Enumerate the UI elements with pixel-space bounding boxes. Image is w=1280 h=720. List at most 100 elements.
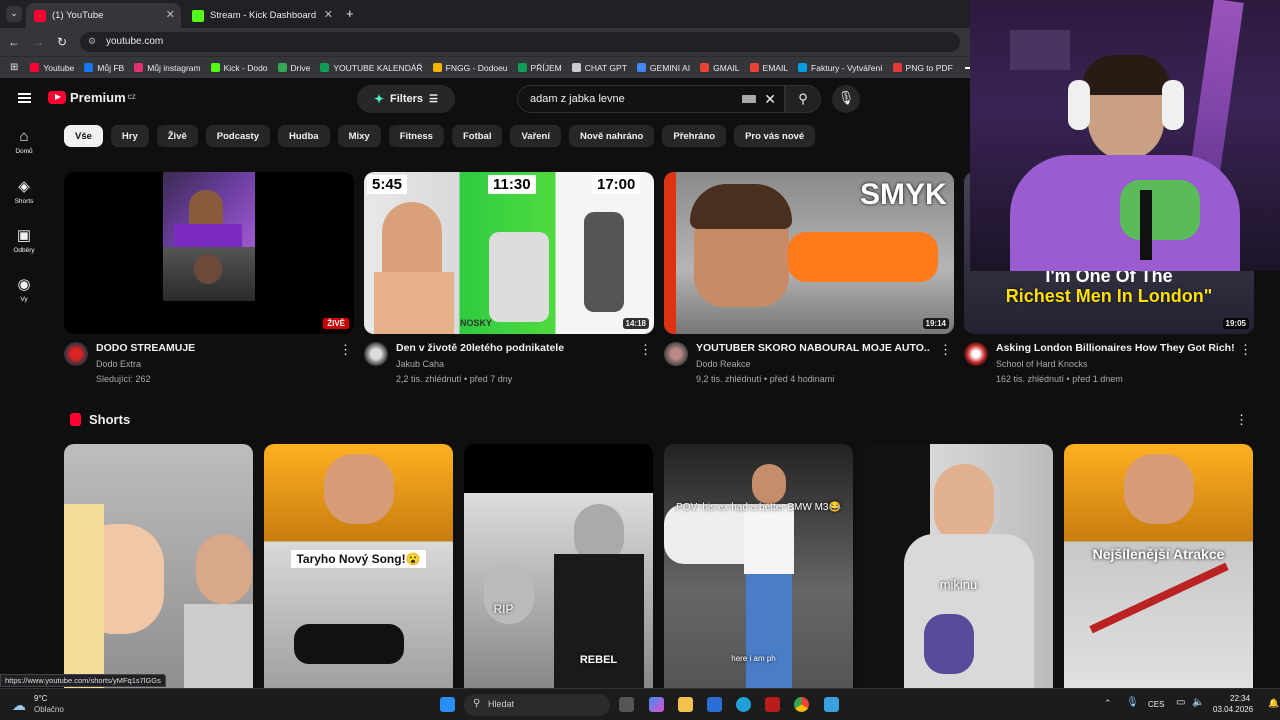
notepad-icon[interactable]: [824, 697, 839, 712]
tab-youtube[interactable]: (1) YouTube ✕: [26, 3, 181, 28]
file-explorer-icon[interactable]: [678, 697, 693, 712]
filter-chip[interactable]: Mixy: [337, 125, 381, 147]
new-tab-button[interactable]: +: [346, 6, 354, 21]
more-options-icon[interactable]: ⋮: [339, 342, 352, 358]
app-icon[interactable]: [765, 697, 780, 712]
video-thumbnail[interactable]: 5:45 11:30 17:00 NOSKY 14:18: [364, 172, 654, 334]
filters-button[interactable]: ✦ Filters ☰: [357, 85, 455, 113]
video-thumbnail[interactable]: SMYK 19:14: [664, 172, 954, 334]
task-view-icon[interactable]: [619, 697, 634, 712]
bookmark-item[interactable]: Faktury - Vytváření: [798, 63, 883, 73]
channel-avatar[interactable]: [64, 342, 88, 366]
filter-chip[interactable]: Fotbal: [451, 125, 503, 147]
bookmark-item[interactable]: Kick - Dodo: [210, 63, 268, 73]
store-icon[interactable]: [707, 697, 722, 712]
close-tab-icon[interactable]: ✕: [324, 8, 333, 21]
channel-name[interactable]: Jakub Caha: [396, 359, 444, 369]
close-tab-icon[interactable]: ✕: [166, 8, 175, 21]
video-title[interactable]: Asking London Billionaires How They Got …: [996, 342, 1235, 354]
forward-icon[interactable]: →: [26, 35, 50, 49]
channel-avatar[interactable]: [664, 342, 688, 366]
bookmark-item[interactable]: GEMINI AI: [636, 63, 690, 73]
start-icon[interactable]: [440, 697, 455, 712]
bookmark-item[interactable]: Můj FB: [84, 63, 124, 73]
chrome-icon[interactable]: [794, 697, 809, 712]
site-info-icon[interactable]: ⚙: [88, 36, 96, 47]
short-caption: Nejšílenější Atrakce: [1092, 546, 1225, 562]
short-card[interactable]: Taryho Nový Song!😮: [264, 444, 453, 688]
language-indicator[interactable]: CES: [1148, 700, 1164, 709]
video-thumbnail[interactable]: ŽIVĚ: [64, 172, 354, 334]
short-card[interactable]: mikinu: [864, 444, 1053, 688]
back-icon[interactable]: ←: [2, 35, 26, 49]
bookmark-item[interactable]: EMAIL: [749, 63, 788, 73]
notification-bell-icon[interactable]: 🔔: [1268, 698, 1279, 709]
youtube-logo[interactable]: Premium CZ: [48, 90, 136, 105]
bookmark-item[interactable]: Drive: [277, 63, 310, 73]
bookmark-item[interactable]: YOUTUBE KALENDÁŘ: [320, 63, 423, 73]
search-button[interactable]: ⚲: [785, 85, 821, 113]
video-card[interactable]: ŽIVĚ DODO STREAMUJE Dodo Extra Sledující…: [64, 172, 354, 390]
more-options-icon[interactable]: ⋮: [639, 342, 652, 358]
guide-item-subscriptions[interactable]: ▣ Odběry: [0, 226, 48, 275]
mic-tray-icon[interactable]: 🎙: [1126, 697, 1139, 708]
bookmark-item[interactable]: GMAIL: [700, 63, 740, 73]
video-title[interactable]: DODO STREAMUJE: [96, 342, 195, 354]
volume-icon[interactable]: 🔈: [1192, 697, 1204, 708]
more-options-icon[interactable]: ⋮: [939, 342, 952, 358]
short-card[interactable]: Nejšílenější Atrakce: [1064, 444, 1253, 688]
filter-chip[interactable]: Pro vás nové: [734, 125, 816, 147]
filter-chip[interactable]: Nově nahráno: [569, 125, 655, 147]
filter-chip[interactable]: Hudba: [278, 125, 330, 147]
voice-search-button[interactable]: 🎙: [832, 85, 860, 113]
guide-item-shorts[interactable]: ◈ Shorts: [0, 177, 48, 226]
bookmark-item[interactable]: PNG to PDF: [892, 63, 953, 73]
copilot-icon[interactable]: [649, 697, 664, 712]
short-card[interactable]: [64, 444, 253, 688]
shorts-title: Shorts: [89, 412, 131, 427]
menu-icon[interactable]: [18, 93, 31, 103]
tab-kick-dashboard[interactable]: Stream - Kick Dashboard ✕: [184, 3, 339, 28]
clear-search-icon[interactable]: ✕: [764, 91, 776, 108]
filter-chip[interactable]: Přehráno: [662, 125, 727, 147]
search-input[interactable]: adam z jabka levne ✕: [517, 85, 785, 113]
tray-expand-icon[interactable]: ⌃: [1104, 698, 1112, 709]
network-icon[interactable]: ▭: [1176, 697, 1185, 708]
bookmark-item[interactable]: CHAT GPT: [571, 63, 627, 73]
filter-chip[interactable]: Fitness: [388, 125, 444, 147]
shorts-more-icon[interactable]: ⋮: [1235, 412, 1248, 428]
video-title[interactable]: Den v životě 20letého podnikatele: [396, 342, 564, 354]
guide-item-user[interactable]: ◉ Vy: [0, 275, 48, 324]
channel-avatar[interactable]: [964, 342, 988, 366]
apps-grid-icon[interactable]: ⊞: [10, 62, 18, 73]
filter-chip[interactable]: Podcasty: [205, 125, 271, 147]
channel-name[interactable]: Dodo Extra: [96, 359, 141, 369]
guide-item-home[interactable]: ⌂ Domů: [0, 128, 48, 177]
filter-chip[interactable]: Hry: [110, 125, 149, 147]
filter-chip[interactable]: Vaření: [510, 125, 561, 147]
clock-date[interactable]: 03.04.2026: [1213, 705, 1253, 714]
edge-icon[interactable]: [736, 697, 751, 712]
short-card[interactable]: POV: his ex had a better BMW M3😂 here i …: [664, 444, 853, 688]
more-options-icon[interactable]: ⋮: [1239, 342, 1252, 358]
reload-icon[interactable]: ↻: [50, 35, 74, 49]
video-card[interactable]: SMYK 19:14 YOUTUBER SKORO NABOURAL MOJE …: [664, 172, 954, 390]
taskbar-search[interactable]: ⚲ Hledat: [464, 694, 610, 716]
filter-chip[interactable]: Vše: [64, 125, 103, 147]
channel-name[interactable]: Dodo Reakce: [696, 359, 751, 369]
url-input[interactable]: ⚙ youtube.com: [80, 32, 960, 52]
tab-list-button[interactable]: ⌄: [6, 6, 22, 22]
keyboard-icon[interactable]: [742, 95, 756, 103]
bookmark-item[interactable]: Můj instagram: [134, 63, 201, 73]
channel-name[interactable]: School of Hard Knocks: [996, 359, 1088, 369]
bookmark-item[interactable]: FNGG - Dodoeu: [432, 63, 508, 73]
video-title[interactable]: YOUTUBER SKORO NABOURAL MOJE AUTO..: [696, 342, 930, 354]
bookmark-item[interactable]: PŘÍJEM: [517, 63, 562, 73]
weather-cloud-icon[interactable]: ☁: [12, 697, 26, 714]
video-card[interactable]: 5:45 11:30 17:00 NOSKY 14:18 Den v život…: [364, 172, 654, 390]
bookmark-item[interactable]: Youtube: [30, 63, 74, 73]
short-card[interactable]: RIP REBEL: [464, 444, 653, 688]
channel-avatar[interactable]: [364, 342, 388, 366]
filter-chip[interactable]: Živě: [156, 125, 198, 147]
clock-time[interactable]: 22:34: [1230, 694, 1250, 703]
